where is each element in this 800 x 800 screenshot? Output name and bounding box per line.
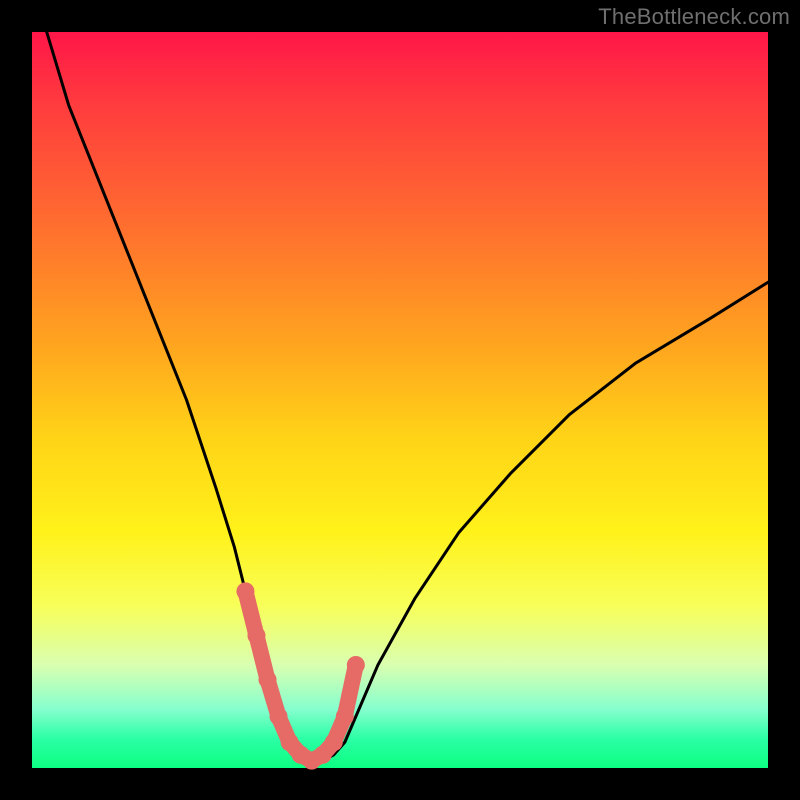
- bottleneck-curve: [47, 32, 768, 761]
- watermark-text: TheBottleneck.com: [598, 4, 790, 30]
- plot-area: [32, 32, 768, 768]
- optimum-dot: [325, 733, 343, 751]
- optimum-dot: [259, 671, 277, 689]
- optimum-dot: [247, 627, 265, 645]
- chart-frame: TheBottleneck.com: [0, 0, 800, 800]
- curve-svg: [32, 32, 768, 768]
- optimum-dot: [347, 656, 365, 674]
- optimum-dot: [236, 582, 254, 600]
- optimum-dot: [336, 707, 354, 725]
- optimum-dot: [270, 707, 288, 725]
